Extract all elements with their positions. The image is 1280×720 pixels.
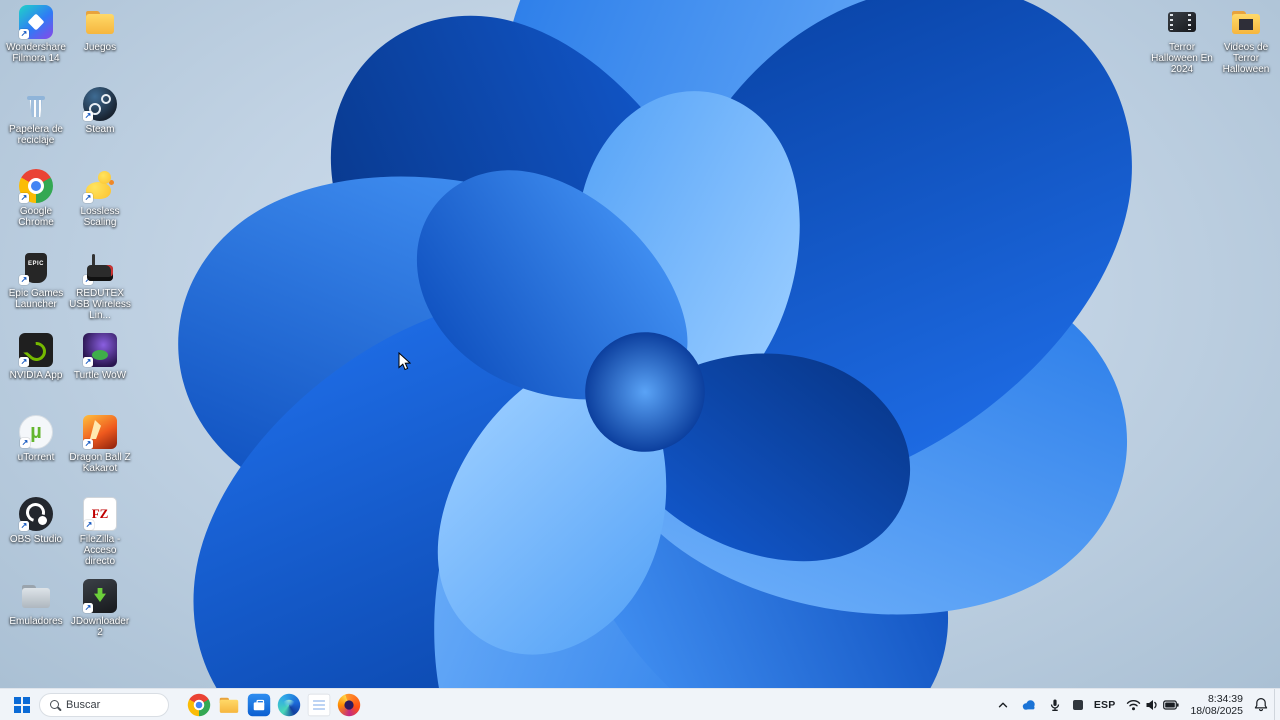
turtle-icon — [83, 333, 117, 367]
filezilla-icon — [83, 497, 117, 531]
desktop-icon-obs[interactable]: OBS Studio — [4, 497, 68, 579]
shortcut-arrow-icon — [83, 357, 93, 367]
microphone-icon — [1050, 699, 1059, 711]
taskbar-app-notes[interactable] — [304, 690, 334, 720]
desktop-icon-folder-video[interactable]: Videos de Terror Halloween — [1214, 5, 1278, 87]
clock[interactable]: 8:34:39 18/08/2025 — [1185, 691, 1248, 719]
search-label: Buscar — [66, 698, 101, 711]
utorrent-icon — [19, 415, 53, 449]
bell-icon — [1254, 698, 1268, 712]
desktop-icon-folder[interactable]: Juegos — [68, 5, 132, 87]
battery-icon — [1163, 699, 1180, 710]
hidden-icons-button[interactable] — [991, 691, 1015, 719]
desktop-area[interactable]: Wondershare Filmora 14 Papelera de recic… — [0, 0, 1280, 688]
notifications-bell-button[interactable] — [1249, 691, 1273, 719]
desktop-icon-video[interactable]: Terror Halloween En 2024 — [1150, 5, 1214, 87]
desktop-icon-duck[interactable]: Lossless Scaling — [68, 169, 132, 251]
desktop-icon-turtle[interactable]: Turtle WoW — [68, 333, 132, 415]
shortcut-arrow-icon — [19, 29, 29, 39]
jd-icon — [83, 579, 117, 613]
firefox-icon — [337, 693, 361, 716]
tray-date: 18/08/2025 — [1190, 704, 1243, 717]
nvidia-icon — [19, 333, 53, 367]
shortcut-arrow-icon — [19, 193, 29, 203]
desktop-icon-grid: Wondershare Filmora 14 Papelera de recic… — [4, 5, 132, 661]
store-icon — [247, 693, 271, 716]
shortcut-arrow-icon — [84, 520, 94, 530]
shortcut-arrow-icon — [83, 439, 93, 449]
notes-icon — [307, 693, 331, 716]
onedrive-cloud-icon — [1022, 700, 1035, 710]
tray-app-button[interactable] — [1068, 691, 1088, 719]
search-icon — [50, 700, 59, 709]
shortcut-arrow-icon — [83, 111, 93, 121]
shortcut-arrow-icon — [20, 438, 30, 448]
desktop-icon-epic[interactable]: Epic Games Launcher — [4, 251, 68, 333]
desktop-icon-usb[interactable]: REDUTEX USB Wireless Lin... — [68, 251, 132, 333]
obs-icon — [19, 497, 53, 531]
desktop-icon-steam[interactable]: Steam — [68, 87, 132, 169]
windows-desktop: Wondershare Filmora 14 Papelera de recic… — [0, 0, 1280, 720]
duck-icon — [83, 169, 117, 203]
desktop-icon-chrome[interactable]: Google Chrome — [4, 169, 68, 251]
desktop-icon-nvidia[interactable]: NVIDIA App — [4, 333, 68, 415]
folder-video-icon — [1229, 5, 1263, 39]
taskbar-search[interactable]: Buscar — [39, 692, 169, 717]
dbz-icon — [83, 415, 117, 449]
desktop-icon-recycle[interactable]: Papelera de reciclaje — [4, 87, 68, 169]
wifi-icon — [1127, 699, 1141, 710]
tray-app-icon — [1072, 699, 1083, 710]
tray-time: 8:34:39 — [1207, 692, 1243, 705]
taskbar-app-firefox[interactable] — [334, 690, 364, 720]
taskbar-left-group: Buscar — [0, 689, 364, 720]
taskbar-app-file-explorer[interactable] — [214, 690, 244, 720]
wallpaper-bloom-image — [114, 0, 1217, 688]
desktop-icon-jd[interactable]: JDownloader 2 — [68, 579, 132, 661]
language-indicator[interactable]: ESP — [1089, 691, 1121, 719]
shortcut-arrow-icon — [19, 521, 29, 531]
volume-icon — [1146, 699, 1158, 710]
microphone-button[interactable] — [1043, 691, 1067, 719]
shortcut-arrow-icon — [83, 275, 93, 285]
windows-logo-icon — [14, 696, 30, 713]
taskbar-app-edge[interactable] — [274, 690, 304, 720]
filmora-icon — [19, 5, 53, 39]
desktop-icon-filmora[interactable]: Wondershare Filmora 14 — [4, 5, 68, 87]
desktop-icon-utorrent[interactable]: uTorrent — [4, 415, 68, 497]
taskbar: Buscar ESP 8:34:39 18/08/2025 — [0, 688, 1280, 720]
desktop-icon-filezilla[interactable]: FileZilla - Acceso directo — [68, 497, 132, 579]
chevron-up-icon — [998, 702, 1008, 707]
shortcut-arrow-icon — [83, 603, 93, 613]
usb-icon — [83, 251, 117, 285]
desktop-icon-emu[interactable]: Emuladores — [4, 579, 68, 661]
folder-icon — [83, 5, 117, 39]
shortcut-arrow-icon — [83, 193, 93, 203]
network-volume-battery[interactable] — [1121, 691, 1184, 719]
epic-icon — [19, 251, 53, 285]
emu-icon — [19, 579, 53, 613]
taskbar-apps — [184, 690, 364, 720]
edge-icon — [277, 693, 301, 716]
desktop-icon-dbz[interactable]: Dragon Ball Z Kakarot — [68, 415, 132, 497]
taskbar-app-microsoft-store[interactable] — [244, 690, 274, 720]
recycle-icon — [19, 87, 53, 121]
folder-icon — [218, 693, 240, 715]
desktop-top-right-icons: Terror Halloween En 2024 Videos de Terro… — [1150, 5, 1278, 87]
system-tray: ESP 8:34:39 18/08/2025 — [991, 689, 1280, 720]
video-icon — [1165, 5, 1199, 39]
chrome-icon — [187, 693, 211, 716]
steam-icon — [83, 87, 117, 121]
chrome-icon — [19, 169, 53, 203]
onedrive-button[interactable] — [1016, 691, 1042, 719]
show-desktop-button[interactable] — [1274, 689, 1280, 720]
shortcut-arrow-icon — [19, 275, 29, 285]
taskbar-app-chrome[interactable] — [184, 690, 214, 720]
start-button[interactable] — [10, 691, 34, 719]
shortcut-arrow-icon — [19, 357, 29, 367]
